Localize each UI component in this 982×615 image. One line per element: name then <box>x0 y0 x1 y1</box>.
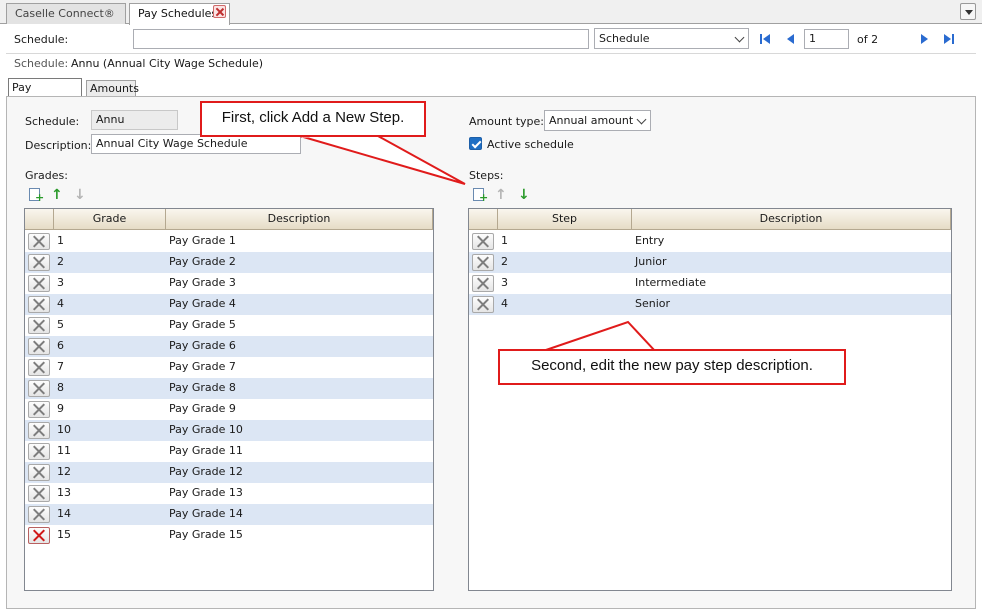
callout-second-pointer <box>542 320 658 352</box>
callout-first-pointer <box>299 135 466 185</box>
callout-first: First, click Add a New Step. <box>200 101 426 137</box>
callout-first-text: First, click Add a New Step. <box>221 109 405 126</box>
callout-second: Second, edit the new pay step descriptio… <box>498 349 846 385</box>
callout-pointers <box>299 134 658 353</box>
callout-second-text: Second, edit the new pay step descriptio… <box>531 357 813 374</box>
